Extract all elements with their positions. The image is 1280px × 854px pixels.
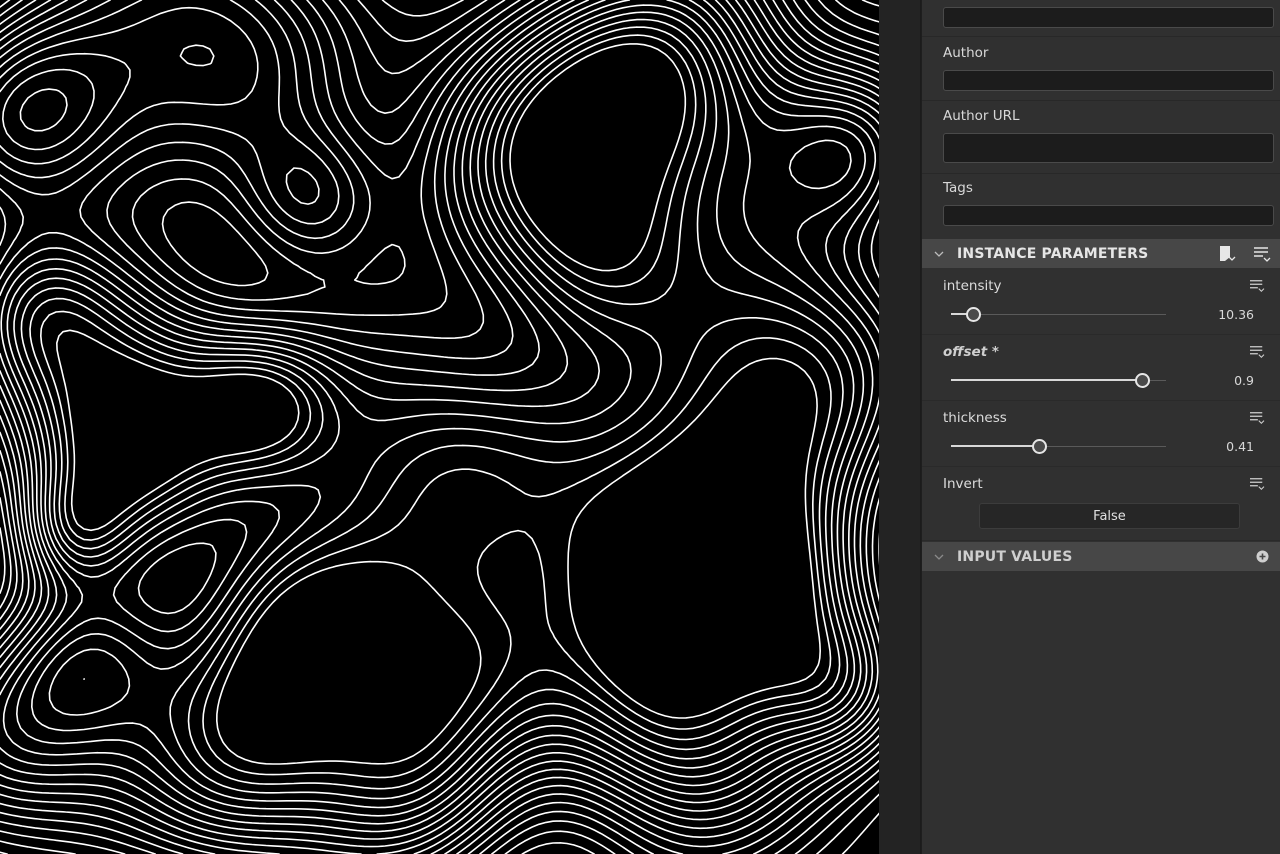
menu-list-icon[interactable] (1248, 411, 1266, 425)
chevron-down-icon (934, 554, 944, 560)
add-circle-icon[interactable] (1256, 550, 1269, 563)
param-name: intensity (943, 278, 1002, 294)
slider-fill (951, 379, 1142, 381)
author-url-label: Author URL (943, 108, 1020, 124)
param-slider[interactable] (951, 373, 1166, 388)
author-url-field[interactable] (943, 133, 1274, 163)
param-value[interactable]: 10.36 (1218, 307, 1254, 322)
param-value[interactable]: 0.41 (1226, 439, 1254, 454)
tags-label: Tags (943, 180, 973, 196)
input-values-header[interactable]: INPUT VALUES (922, 542, 1280, 571)
author-field[interactable] (943, 70, 1274, 91)
preset-icon[interactable] (1218, 245, 1236, 263)
panel-splitter[interactable] (879, 0, 921, 854)
param-name-invert: Invert (943, 476, 983, 492)
menu-list-icon[interactable] (1248, 345, 1266, 359)
author-label: Author (943, 45, 989, 61)
description-field[interactable] (943, 7, 1274, 28)
param-name: offset * (943, 344, 999, 360)
menu-list-icon[interactable] (1248, 279, 1266, 293)
render-viewport[interactable] (0, 0, 879, 854)
param-slider[interactable] (951, 439, 1166, 454)
param-value[interactable]: 0.9 (1234, 373, 1254, 388)
param-name: thickness (943, 410, 1007, 426)
properties-panel: Author Author URL Tags INSTANCE PARAMETE… (922, 0, 1280, 854)
contour-lines (0, 0, 879, 854)
param-row-intensity: intensity 10.36 (922, 269, 1280, 335)
input-values-title: INPUT VALUES (957, 548, 1073, 565)
instance-parameters-title: INSTANCE PARAMETERS (957, 245, 1149, 262)
slider-fill (951, 445, 1039, 447)
instance-parameters-header[interactable]: INSTANCE PARAMETERS (922, 239, 1280, 268)
chevron-down-icon (934, 251, 944, 257)
param-slider[interactable] (951, 307, 1166, 322)
contour-render (0, 0, 879, 854)
invert-toggle-button[interactable]: False (979, 503, 1240, 529)
slider-thumb[interactable] (1032, 439, 1047, 454)
slider-thumb[interactable] (1135, 373, 1150, 388)
menu-list-icon[interactable] (1252, 245, 1272, 263)
tags-field[interactable] (943, 205, 1274, 226)
param-row-thickness: thickness 0.41 (922, 401, 1280, 467)
menu-list-icon[interactable] (1248, 477, 1266, 491)
param-row-offset: offset * 0.9 (922, 335, 1280, 401)
param-row-invert: Invert False (922, 467, 1280, 541)
slider-thumb[interactable] (966, 307, 981, 322)
